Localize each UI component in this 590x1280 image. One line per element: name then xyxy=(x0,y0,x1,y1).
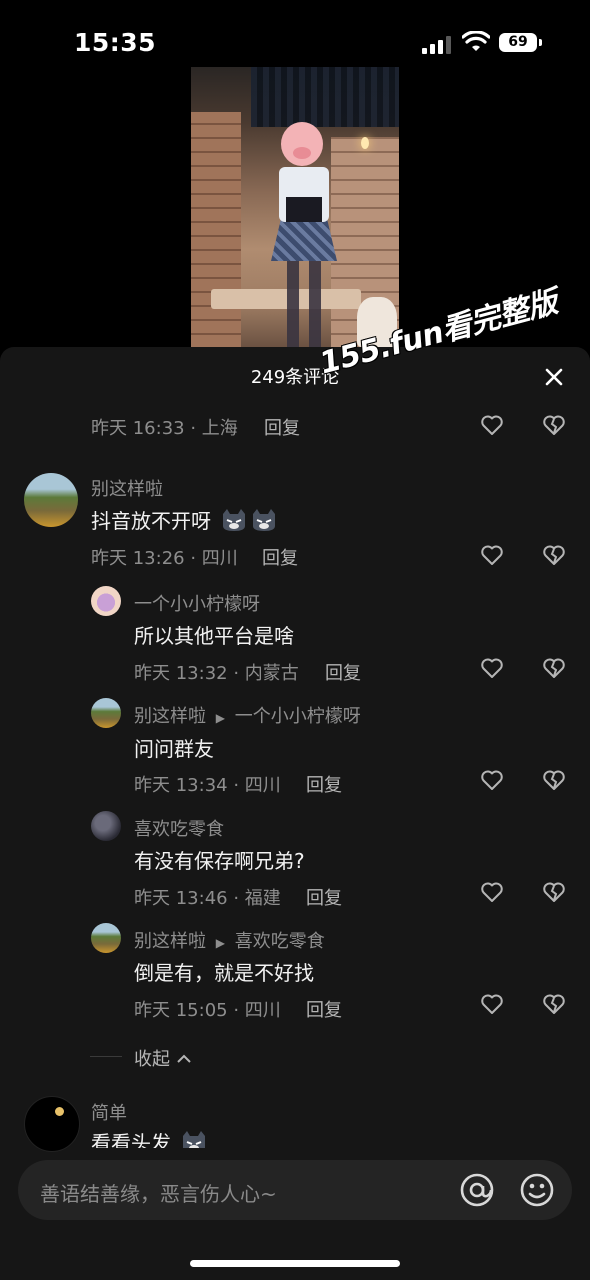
collapse-replies-button[interactable]: 收起 xyxy=(134,1045,192,1071)
heart-icon[interactable] xyxy=(480,993,504,1015)
at-icon[interactable] xyxy=(459,1172,495,1208)
reply-username-line: 别这样啦 ▶ 喜欢吃零食 xyxy=(134,927,325,953)
avatar[interactable] xyxy=(91,811,121,841)
battery-tip xyxy=(539,39,542,46)
comment-username[interactable]: 别这样啦 xyxy=(134,706,206,727)
comment-meta: 昨天 13:34 · 四川 xyxy=(134,775,281,796)
battery-icon: 69 xyxy=(499,33,537,52)
video-preview[interactable] xyxy=(191,67,399,347)
comment-meta: 昨天 13:46 · 福建 xyxy=(134,888,281,909)
broken-heart-icon[interactable] xyxy=(542,544,566,566)
comment-text-content: 看看头发 xyxy=(91,1131,171,1148)
broken-heart-icon[interactable] xyxy=(542,769,566,791)
heart-icon[interactable] xyxy=(480,414,504,436)
comment-username[interactable]: 喜欢吃零食 xyxy=(134,815,224,841)
heart-icon[interactable] xyxy=(480,544,504,566)
reply-to-username[interactable]: 喜欢吃零食 xyxy=(235,931,325,952)
reply-button[interactable]: 回复 xyxy=(306,996,342,1022)
avatar[interactable] xyxy=(91,586,121,616)
comment-username[interactable]: 别这样啦 xyxy=(134,931,206,952)
comment-meta: 昨天 15:05 · 四川 xyxy=(134,1000,281,1021)
avatar[interactable] xyxy=(24,473,78,527)
comment-text: 问问群友 xyxy=(134,737,214,761)
chevron-up-icon xyxy=(176,1047,192,1068)
heart-icon[interactable] xyxy=(480,881,504,903)
emoji-icon[interactable] xyxy=(519,1172,555,1208)
comment-text: 抖音放不开呀 xyxy=(91,505,277,534)
cat-emoji-icon xyxy=(181,1130,207,1148)
reply-to-username[interactable]: 一个小小柠檬呀 xyxy=(235,706,361,727)
broken-heart-icon[interactable] xyxy=(542,657,566,679)
avatar[interactable] xyxy=(91,923,121,953)
reply-button[interactable]: 回复 xyxy=(325,659,361,685)
reply-button[interactable]: 回复 xyxy=(262,544,298,570)
comment-text: 有没有保存啊兄弟? xyxy=(134,849,305,873)
avatar[interactable] xyxy=(91,698,121,728)
broken-heart-icon[interactable] xyxy=(542,881,566,903)
comment-text: 所以其他平台是啥 xyxy=(134,624,294,648)
wifi-icon xyxy=(461,30,491,53)
comment-username[interactable]: 一个小小柠檬呀 xyxy=(134,590,260,616)
comment-text: 倒是有，就是不好找 xyxy=(134,961,314,985)
broken-heart-icon[interactable] xyxy=(542,414,566,436)
reply-arrow-icon: ▶ xyxy=(215,936,225,950)
broken-heart-icon[interactable] xyxy=(542,993,566,1015)
collapse-label: 收起 xyxy=(134,1049,170,1070)
reply-username-line: 别这样啦 ▶ 一个小小柠檬呀 xyxy=(134,702,361,728)
reply-button[interactable]: 回复 xyxy=(264,414,300,440)
home-indicator xyxy=(190,1260,400,1267)
reply-button[interactable]: 回复 xyxy=(306,771,342,797)
avatar[interactable] xyxy=(24,1096,80,1152)
comment-meta: 昨天 13:26 · 四川 xyxy=(91,548,238,569)
comment-meta: 昨天 16:33 · 上海 xyxy=(91,418,238,439)
reply-button[interactable]: 回复 xyxy=(306,884,342,910)
status-time: 15:35 xyxy=(74,28,157,57)
reply-arrow-icon: ▶ xyxy=(215,711,225,725)
cat-emoji-icon xyxy=(221,508,247,532)
comment-text-content: 抖音放不开呀 xyxy=(91,509,211,533)
comment-count-title: 249条评论 xyxy=(250,367,340,388)
comment-input[interactable]: 善语结善缘，恶言伤人心~ xyxy=(40,1178,277,1207)
heart-icon[interactable] xyxy=(480,769,504,791)
heart-icon[interactable] xyxy=(480,657,504,679)
close-icon[interactable] xyxy=(542,365,566,389)
comment-text-clip: 看看头发 xyxy=(91,1127,590,1148)
status-bar: 15:35 69 xyxy=(0,0,590,70)
comment-text: 看看头发 xyxy=(91,1127,590,1148)
comment-meta: 昨天 13:32 · 内蒙古 xyxy=(134,663,299,684)
collapse-divider xyxy=(90,1056,122,1057)
comment-username[interactable]: 简单 xyxy=(91,1099,127,1125)
comment-username[interactable]: 别这样啦 xyxy=(91,475,163,501)
signal-icon xyxy=(422,36,452,54)
cat-emoji-icon xyxy=(251,508,277,532)
